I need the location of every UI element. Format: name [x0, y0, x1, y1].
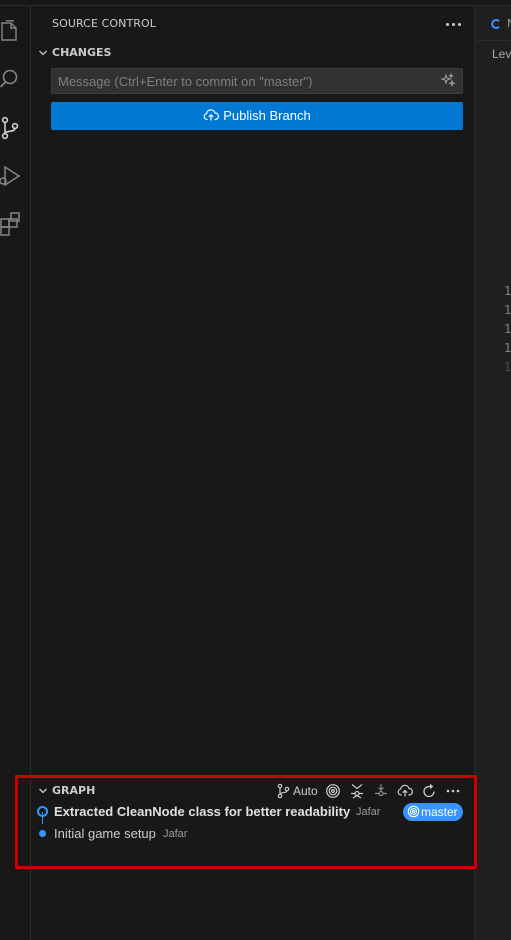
chevron-down-icon — [37, 47, 49, 59]
line-number: 1 — [504, 322, 511, 336]
editor-tab-label: N — [507, 17, 511, 30]
publish-branch-label: Publish Branch — [223, 108, 311, 123]
line-number: 1 — [504, 341, 511, 355]
search-icon[interactable] — [0, 68, 22, 92]
publish-branch-button[interactable]: Publish Branch — [51, 102, 463, 130]
sidebar-title: SOURCE CONTROL — [52, 17, 157, 30]
breadcrumb[interactable]: Lev — [492, 47, 511, 61]
commit-message-input[interactable] — [58, 69, 428, 93]
line-number: 1 — [504, 284, 511, 298]
changes-section-title: CHANGES — [52, 46, 112, 59]
editor-tab[interactable]: N — [476, 6, 511, 41]
sidebar-header: SOURCE CONTROL — [31, 6, 475, 41]
csharp-file-icon — [489, 17, 503, 31]
extensions-icon[interactable] — [0, 212, 22, 236]
cloud-upload-icon — [203, 108, 220, 122]
line-number: 1 — [504, 303, 511, 317]
publish-branch-content: Publish Branch — [51, 102, 463, 130]
files-icon[interactable] — [0, 20, 22, 44]
source-control-icon[interactable] — [0, 116, 22, 140]
line-number: 1 — [504, 360, 511, 374]
more-actions-icon[interactable] — [443, 16, 463, 32]
changes-section-header[interactable]: CHANGES — [31, 42, 475, 64]
commit-message-box — [51, 68, 463, 94]
run-debug-icon[interactable] — [0, 164, 22, 188]
editor-area: N Lev 1 1 1 1 1 — [476, 6, 511, 940]
graph-highlight-box — [15, 775, 477, 869]
sparkle-icon[interactable] — [440, 73, 456, 89]
